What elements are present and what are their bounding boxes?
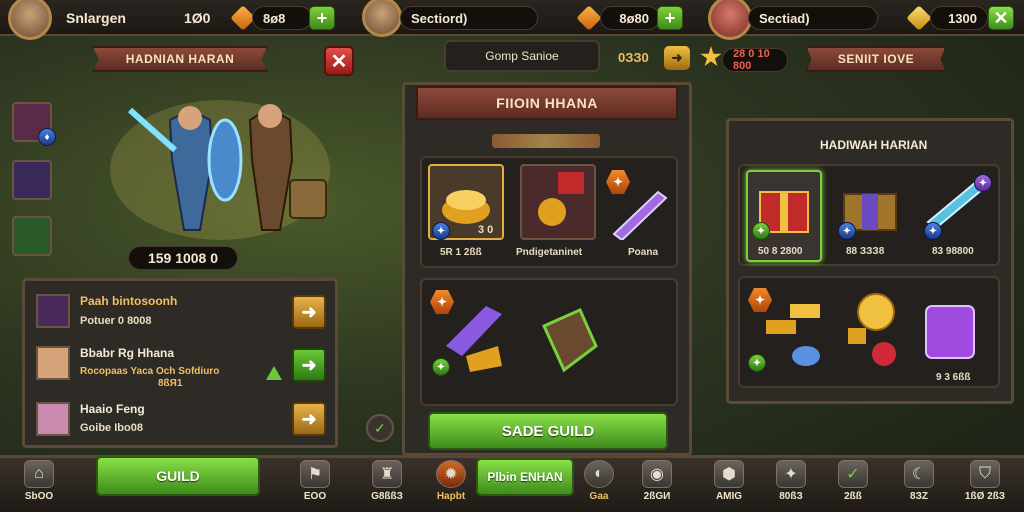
currency1-value: 8ø8 [252, 6, 312, 30]
reward-badge-icon: ✦ [432, 222, 450, 240]
nav-item-8[interactable]: ⬢ AMIG [694, 460, 764, 510]
list-item-3-arrow-button[interactable]: ➜ [292, 402, 326, 436]
heroes-illustration [110, 100, 330, 240]
flag-nav-icon: ⚑ [300, 460, 330, 488]
player-name: Snlargen [66, 10, 126, 26]
timer-value: 0ЗЗ0 [618, 50, 649, 65]
plbin-enhan-button[interactable]: Plbin ENHAN [476, 458, 574, 496]
list-item-1-avatar [36, 294, 70, 328]
reward-card-2[interactable] [520, 164, 596, 240]
castle-icon: ♜ [372, 460, 402, 488]
friend2-name: Sectiad) [748, 6, 878, 30]
daily-panel-title: HADIWAH HARIAN [820, 138, 928, 152]
green-gauntlet-icon [542, 308, 598, 373]
player-level: 1Ø0 [184, 10, 211, 26]
list-item-3-avatar [36, 402, 70, 436]
power-value: 159 1008 0 [128, 246, 238, 270]
blue-badge-icon: ✦ [838, 222, 856, 240]
nav-item-home[interactable]: ⌂ SbOO [4, 460, 74, 510]
emerald-icon[interactable] [12, 216, 52, 256]
daily-card-1-label: 50 8 2800 [758, 246, 803, 257]
box-icon: ⬢ [714, 460, 744, 488]
close-currency3-button[interactable]: ✕ [988, 6, 1014, 30]
nav-item-3[interactable]: ♜ G8ßßЗ [352, 460, 422, 510]
list-item-2-sub: Rocopaas Yaca Och Sofdiuro [80, 366, 220, 377]
timer-arrow-button[interactable]: ➜ [664, 46, 690, 70]
list-item-1-title: Paah bintosoonh [80, 294, 178, 308]
shield-nav-icon: ⛉ [970, 460, 1000, 488]
nav-item-11[interactable]: ☾ 8ЗZ [884, 460, 954, 510]
sade-guild-button[interactable]: SADE GUILD [428, 412, 668, 450]
friend1-name: Sectiord) [400, 6, 538, 30]
fire-icon: ✹ [436, 460, 466, 488]
gold-value: 28 0 10 800 [722, 48, 788, 72]
shield-icon[interactable]: ✓ [366, 414, 394, 442]
helmet-icon: ◐ [584, 460, 614, 488]
home-icon: ⌂ [24, 460, 54, 488]
list-item-1-sub: Potuer 0 8008 [80, 315, 152, 327]
nav-item-12[interactable]: ⛉ 1ßØ 2ßЗ [950, 460, 1020, 510]
guild-button[interactable]: GUILD [96, 456, 260, 496]
list-item-3-sub: Goibe Ibo08 [80, 422, 143, 434]
right-banner: SENIIT IOVE [806, 46, 946, 72]
nav-item-9[interactable]: ✦ 80ßЗ [756, 460, 826, 510]
crystal-sword-icon [612, 190, 668, 240]
add-currency2-button[interactable]: + [657, 6, 683, 30]
list-item-3-title: Haaio Feng [80, 402, 145, 416]
close-button[interactable]: ✕ [324, 46, 354, 76]
flag-icon [538, 172, 584, 226]
list-item-2-title: Bbabr Rg Hhana [80, 346, 175, 360]
list-item-2-arrow-button[interactable]: ➜ [292, 348, 326, 382]
compass-icon: ◉ [642, 460, 672, 488]
badge-icon: ✦ [776, 460, 806, 488]
list-item-2-sub2: 8ßЯ1 [158, 378, 183, 389]
nav-item-10[interactable]: ✓ 2ßß [818, 460, 888, 510]
add-currency1-button[interactable]: + [309, 6, 335, 30]
check-flag-icon: ✓ [838, 460, 868, 488]
daily-footer-value: 9 3 6ßß [936, 372, 971, 383]
daily-card-3-label: 83 98800 [932, 246, 974, 257]
left-banner: HADNIAN HARAN [92, 46, 268, 72]
reward-card-2-label: Pndigetaninet [516, 247, 583, 258]
currency3-value: 1300 [930, 6, 988, 30]
tab-gomp[interactable]: Gomp Sanioe [444, 40, 600, 72]
hero-badge-icon: ♦ [38, 128, 56, 146]
green-badge-icon: ✦ [432, 358, 450, 376]
reward-card-3-label: Poana [628, 247, 659, 258]
wolf-icon: ☾ [904, 460, 934, 488]
list-item-2-avatar [36, 346, 70, 380]
purple-badge-icon: ✦ [974, 174, 992, 192]
purple-crystal-icon [925, 305, 975, 359]
armor-icon[interactable] [12, 160, 52, 200]
green-badge-icon: ✦ [748, 354, 766, 372]
ornament-divider [492, 134, 600, 148]
panel-title: FIIOIN HHANA [416, 86, 678, 120]
list-item-1-arrow-button[interactable]: ➜ [292, 295, 326, 329]
nav-item-7[interactable]: ◉ 2ßGИ [622, 460, 692, 510]
daily-card-2-label: 88 ЗЗЗ8 [846, 246, 885, 257]
currency2-value: 8ø80 [600, 6, 660, 30]
reward-card-1-label: 5R 1 2ßß [440, 247, 482, 258]
reward-card-1-count: 3 0 [478, 224, 494, 236]
green-badge-icon: ✦ [752, 222, 770, 240]
blue-badge-icon: ✦ [924, 222, 942, 240]
star-icon [700, 46, 722, 67]
nav-item-2[interactable]: ⚑ EОО [280, 460, 350, 510]
gold-bars-icon [766, 304, 820, 366]
gold-coins-icon [848, 293, 896, 366]
